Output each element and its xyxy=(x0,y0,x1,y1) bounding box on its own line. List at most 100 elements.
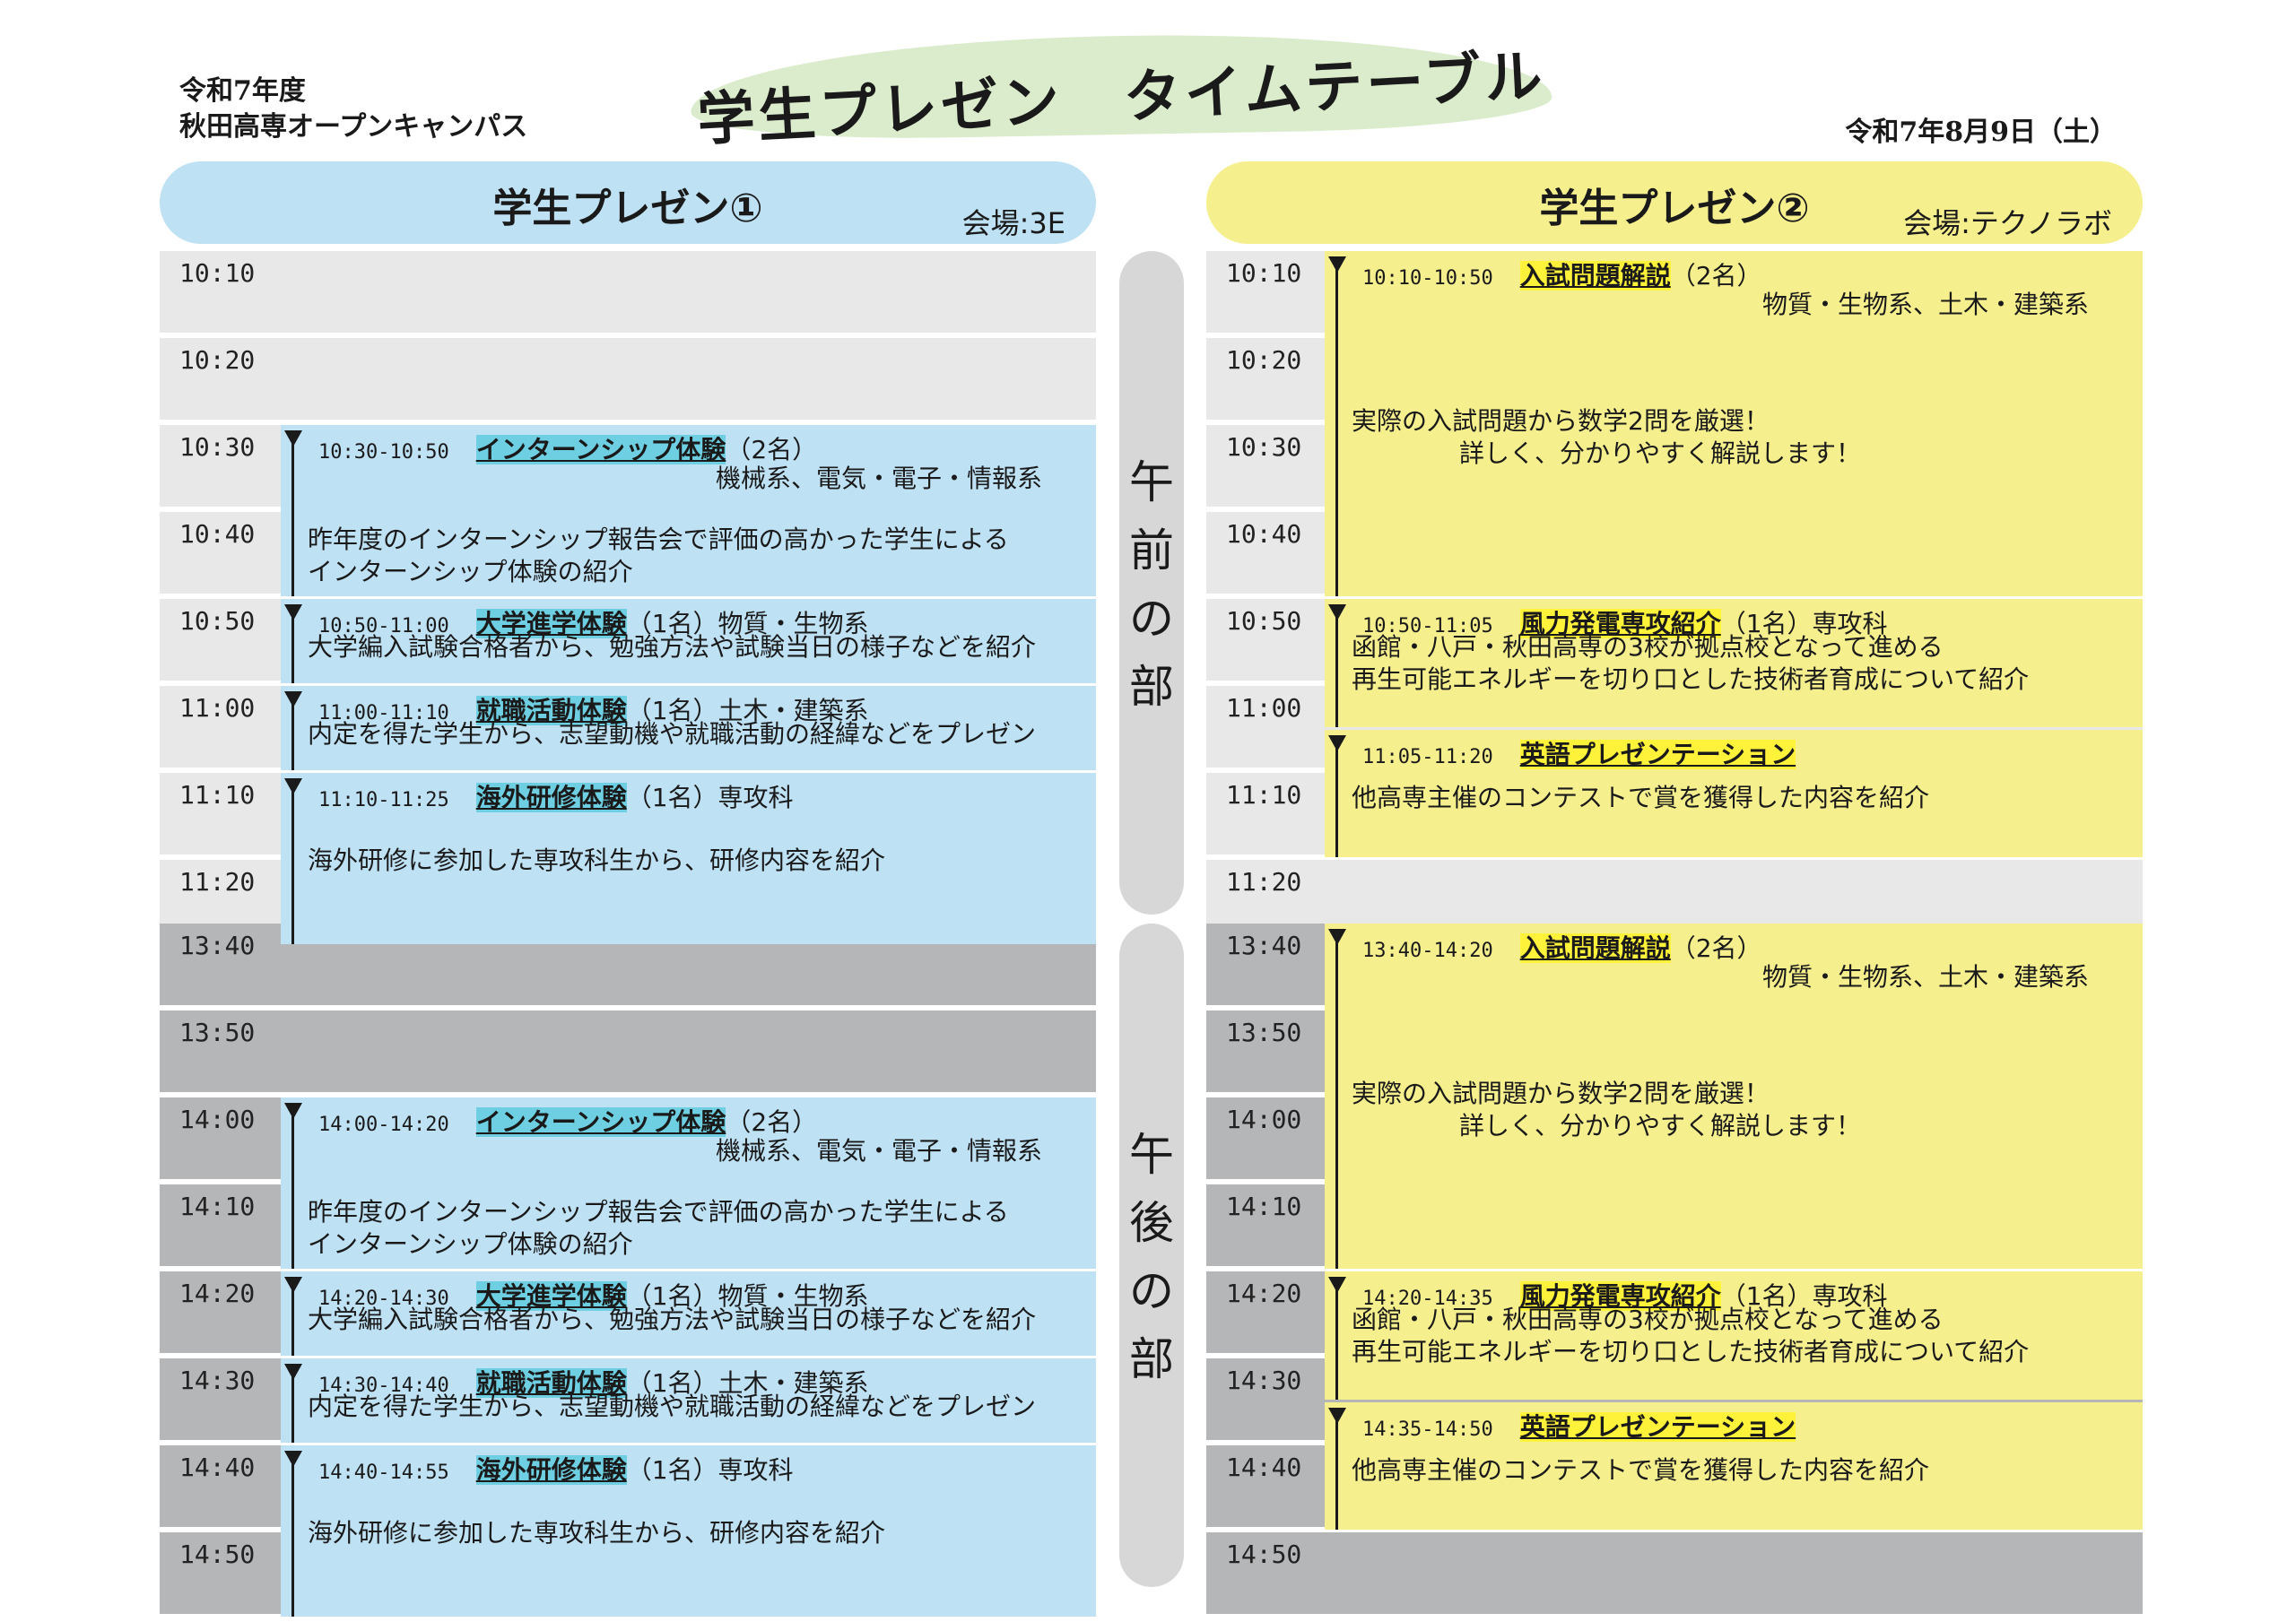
page-title-banner: 学生プレゼン タイムテーブル xyxy=(690,28,1552,154)
event-count: （2名） xyxy=(1670,261,1762,291)
event-time: 14:40-14:55 xyxy=(318,1462,449,1484)
timeline-bar xyxy=(1335,934,1338,1269)
event-description: 昨年度のインターンシップ報告会で評価の高かった学生による xyxy=(308,525,1009,554)
timeline-marker-icon xyxy=(284,1277,302,1293)
fiscal-year: 令和7年度 xyxy=(179,75,306,107)
event-departments: 機械系、電気・電子・情報系 xyxy=(715,1136,1042,1166)
event-time: 14:35-14:50 xyxy=(1362,1418,1493,1441)
event-block: 10:10-10:50 入試問題解説（2名） 物質・生物系、土木・建築系実際の入試問… xyxy=(1325,251,2143,596)
timeline-marker-icon xyxy=(284,691,302,707)
time-slot-label: 11:10 xyxy=(1226,780,1302,810)
event-departments: 機械系、電気・電子・情報系 xyxy=(715,464,1042,493)
event-date: 令和7年8月9日（土） xyxy=(1845,117,2117,148)
time-slot-label: 13:50 xyxy=(1226,1018,1302,1047)
event-heading: 10:10-10:50 入試問題解説（2名） xyxy=(1362,256,1762,292)
period-char: 部 xyxy=(1129,661,1174,713)
time-slot-label: 10:30 xyxy=(179,432,256,462)
event-time: 11:10-11:25 xyxy=(318,789,449,811)
event-description: 大学編入試験合格者から、勉強方法や試験当日の様子などを紹介 xyxy=(308,632,1037,662)
event-block: 14:20-14:30 大学進学体験（1名）物質・生物系 大学編入試験合格者から、勉… xyxy=(281,1271,1096,1356)
event-count: （1名）専攻科 xyxy=(626,1455,794,1485)
event-block: 10:30-10:50 インターンシップ体験（2名） 機械系、電気・電子・情報系 昨年… xyxy=(281,425,1096,596)
timeline-bar xyxy=(291,436,294,596)
event-time: 13:40-14:20 xyxy=(1362,940,1493,962)
afternoon-period: 午 後 の 部 xyxy=(1119,924,1184,1587)
event-description: 詳しく、分かりやすく解説します！ xyxy=(1459,1111,1862,1141)
timeline-bar xyxy=(291,1456,294,1617)
timeline-marker-icon xyxy=(284,604,302,620)
venue2-room: 会場:テクノラボ xyxy=(1903,206,2112,240)
time-slot-label: 14:00 xyxy=(179,1105,256,1134)
timeline-bar xyxy=(1335,1282,1338,1400)
event-name: 秋田高専オープンキャンパス xyxy=(179,111,528,143)
event-block: 10:50-11:00 大学進学体験（1名）物質・生物系 大学編入試験合格者から、勉… xyxy=(281,599,1096,683)
event-block: 10:50-11:05 風力発電専攻紹介（1名）専攻科 函館・八戸・秋田高専の3校が… xyxy=(1325,599,2143,727)
time-slot-label: 10:30 xyxy=(1226,432,1302,462)
event-heading: 11:10-11:25 海外研修体験（1名）専攻科 xyxy=(318,778,794,814)
event-description: 海外研修に参加した専攻科生から、研修内容を紹介 xyxy=(308,846,886,875)
timeline-bar xyxy=(291,1282,294,1356)
venue2-header: 学生プレゼン② 会場:テクノラボ xyxy=(1206,161,2143,244)
time-slot-label: 14:20 xyxy=(179,1279,256,1308)
time-slot-row xyxy=(160,1010,1096,1095)
time-slot-label: 14:10 xyxy=(1226,1192,1302,1221)
event-name: 英語プレゼンテーション xyxy=(1519,739,1796,769)
event-description: 函館・八戸・秋田高専の3校が拠点校となって進める xyxy=(1352,1305,1944,1334)
event-block: 14:00-14:20 インターンシップ体験（2名） 機械系、電気・電子・情報系 昨年… xyxy=(281,1097,1096,1269)
venue1-title: 学生プレゼン① xyxy=(492,186,763,231)
time-slot-label: 11:20 xyxy=(1226,867,1302,897)
period-char: 午 xyxy=(1129,456,1174,508)
timeline-marker-icon xyxy=(284,778,302,794)
event-description: 再生可能エネルギーを切り口とした技術者育成について紹介 xyxy=(1352,664,2030,694)
period-char: 午 xyxy=(1129,1129,1174,1181)
event-label: 令和7年度 秋田高専オープンキャンパス xyxy=(179,74,527,145)
event-name: 入試問題解説 xyxy=(1519,261,1671,291)
event-name: 海外研修体験 xyxy=(475,1455,627,1485)
event-heading: 14:40-14:55 海外研修体験（1名）専攻科 xyxy=(318,1451,794,1487)
time-slot-label: 10:20 xyxy=(1226,345,1302,375)
time-slot-label: 10:20 xyxy=(179,345,256,375)
event-name: 入試問題解説 xyxy=(1519,933,1671,963)
event-description: 他高専主催のコンテストで賞を獲得した内容を紹介 xyxy=(1352,782,1930,812)
event-departments: 物質・生物系、土木・建築系 xyxy=(1761,962,2089,992)
timeline-marker-icon xyxy=(284,430,302,447)
time-slot-label: 11:10 xyxy=(179,780,256,810)
timeline-marker-icon xyxy=(1328,1277,1346,1293)
event-time: 11:05-11:20 xyxy=(1362,745,1493,768)
venue1-header: 学生プレゼン① 会場:3E xyxy=(160,161,1096,244)
timeline-bar xyxy=(1335,1412,1338,1530)
page-title: 学生プレゼン タイムテーブル xyxy=(695,43,1548,154)
event-time: 10:10-10:50 xyxy=(1362,267,1493,290)
event-name: 英語プレゼンテーション xyxy=(1519,1411,1796,1442)
timeline-bar xyxy=(291,1369,294,1443)
timeline-marker-icon xyxy=(1328,929,1346,945)
event-description: 大学編入試験合格者から、勉強方法や試験当日の様子などを紹介 xyxy=(308,1305,1037,1334)
event-description: インターンシップ体験の紹介 xyxy=(308,557,633,586)
event-block: 13:40-14:20 入試問題解説（2名） 物質・生物系、土木・建築系 実際の入試問… xyxy=(1325,924,2143,1269)
timeline-bar xyxy=(291,610,294,683)
time-slot-label: 14:30 xyxy=(179,1366,256,1395)
time-slot-label: 14:50 xyxy=(179,1540,256,1569)
event-description: 海外研修に参加した専攻科生から、研修内容を紹介 xyxy=(308,1518,886,1548)
event-block: 11:05-11:20 英語プレゼンテーション他高専主催のコンテストで賞を獲得した… xyxy=(1325,729,2143,857)
event-description: インターンシップ体験の紹介 xyxy=(308,1229,633,1259)
time-slot-label: 11:00 xyxy=(179,693,256,723)
timeline-bar xyxy=(1335,262,1338,596)
event-block: 14:40-14:55 海外研修体験（1名）専攻科海外研修に参加した専攻科生から、… xyxy=(281,1445,1096,1617)
timeline-bar xyxy=(1335,610,1338,727)
timeline-marker-icon xyxy=(284,1451,302,1467)
event-block: 14:20-14:35 風力発電専攻紹介（1名）専攻科 函館・八戸・秋田高専の3校が… xyxy=(1325,1271,2143,1400)
period-char: の xyxy=(1129,593,1174,645)
event-description: 実際の入試問題から数学2問を厳選！ xyxy=(1352,406,1770,436)
timeline-marker-icon xyxy=(1328,604,1346,620)
event-departments: 物質・生物系、土木・建築系 xyxy=(1761,290,2089,319)
event-heading: 14:35-14:50 英語プレゼンテーション xyxy=(1362,1408,1796,1444)
timeline-marker-icon xyxy=(1328,734,1346,751)
time-slot-label: 13:40 xyxy=(179,931,256,960)
venue1-room: 会場:3E xyxy=(961,206,1065,240)
time-slot-row xyxy=(160,338,1096,422)
timeline-bar xyxy=(291,1108,294,1269)
time-slot-label: 10:40 xyxy=(179,519,256,549)
event-description: 内定を得た学生から、志望動機や就職活動の経緯などをプレゼン xyxy=(308,719,1037,749)
event-time: 14:00-14:20 xyxy=(318,1114,449,1136)
